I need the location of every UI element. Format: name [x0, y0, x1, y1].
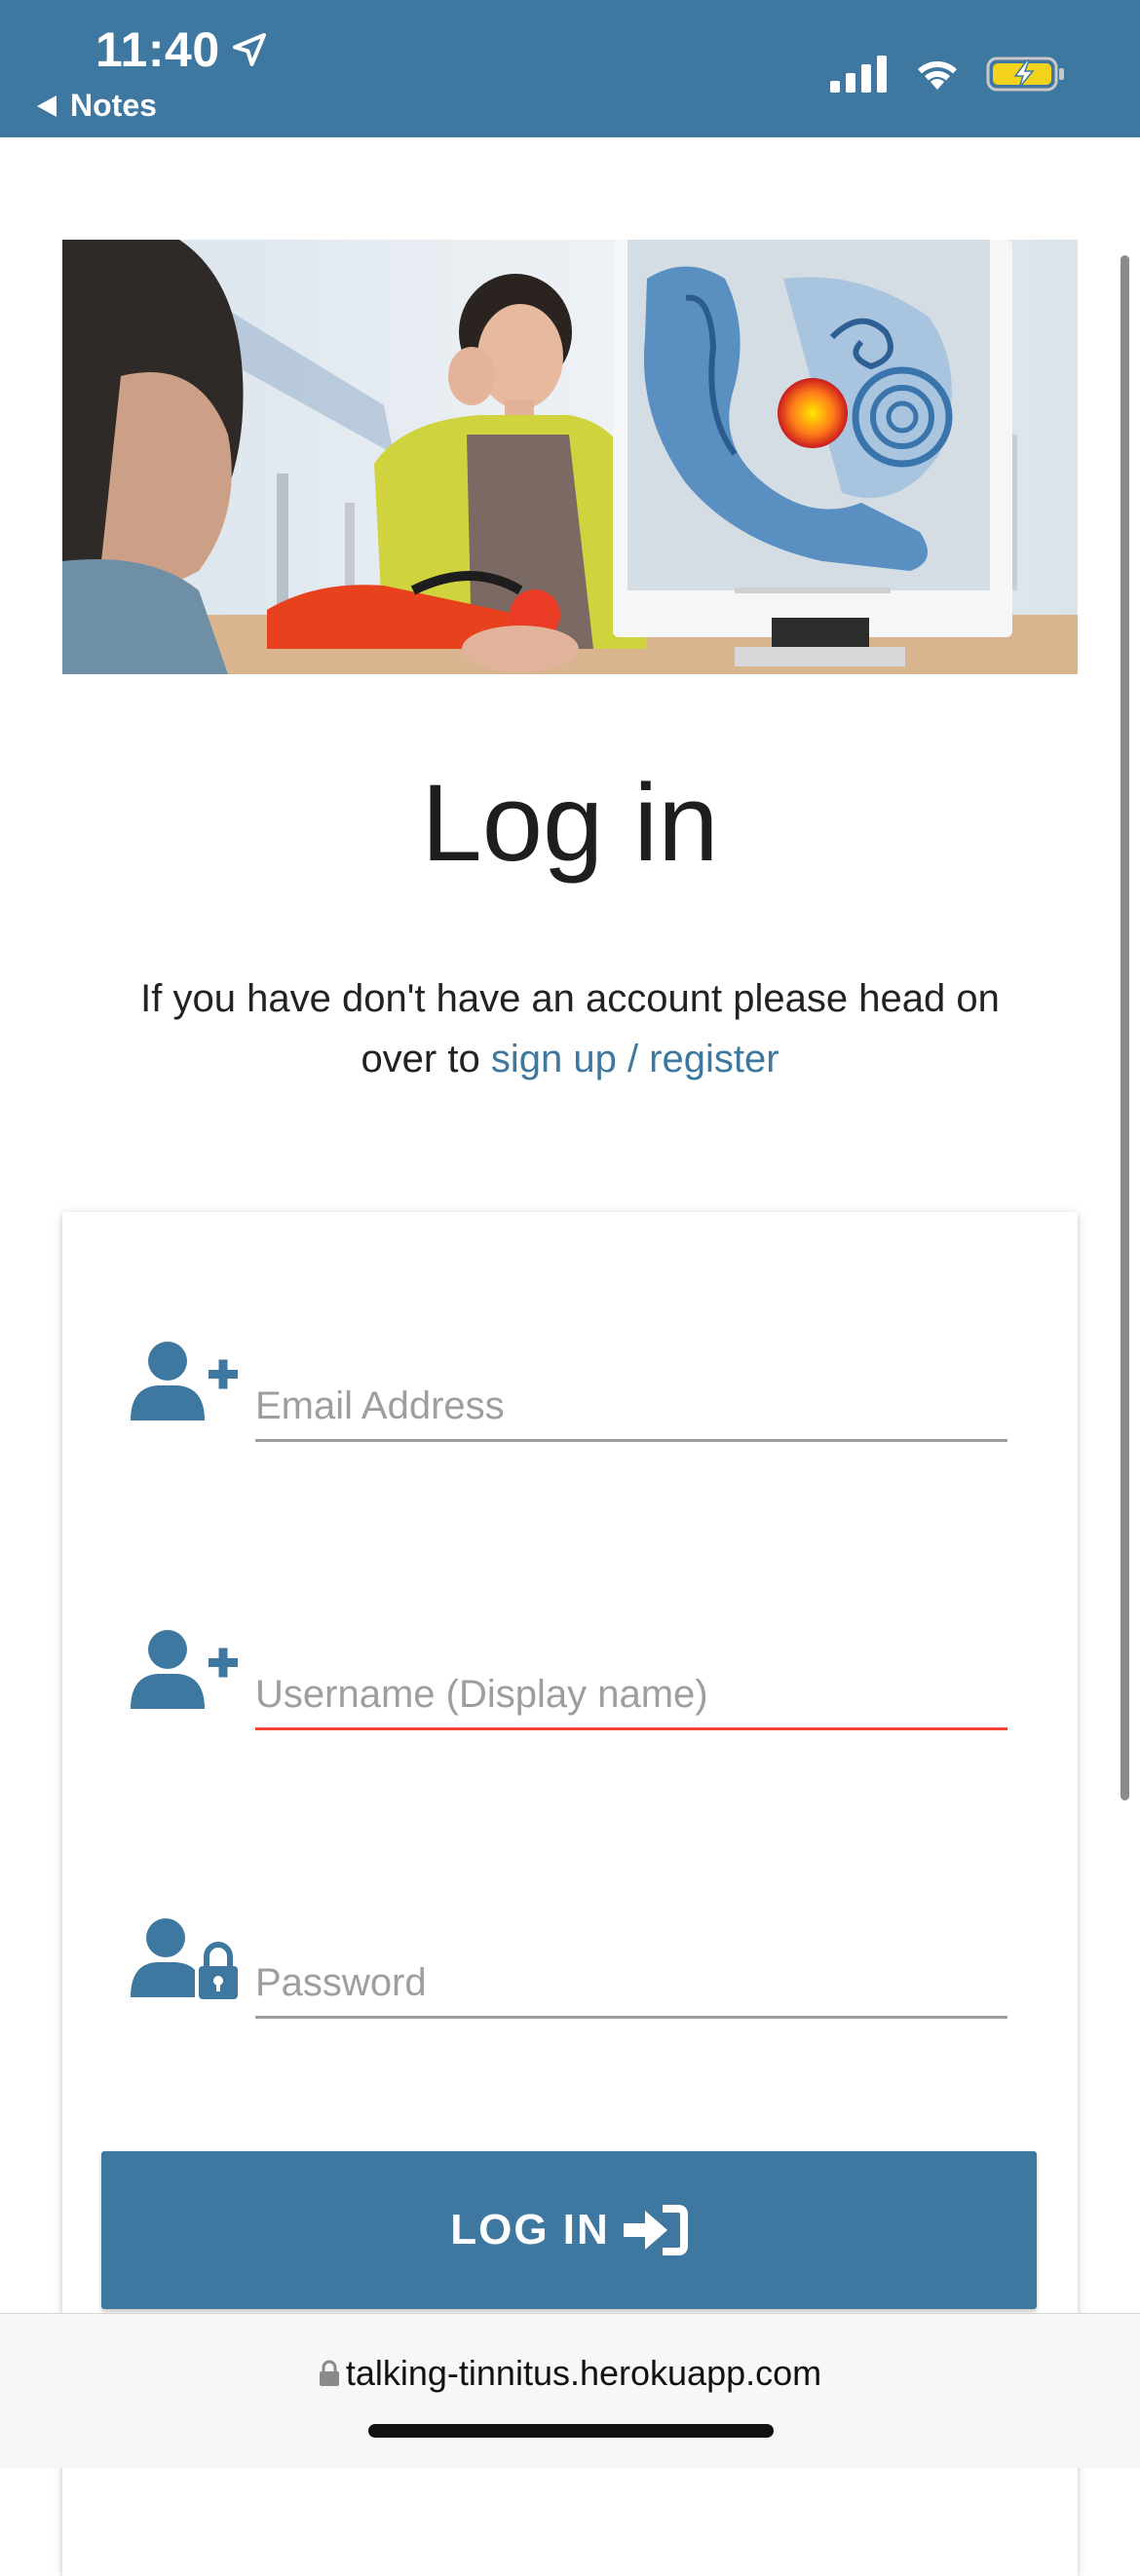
home-indicator[interactable]	[368, 2424, 774, 2438]
password-input[interactable]	[255, 1951, 1007, 2019]
url-text: talking-tinnitus.herokuapp.com	[345, 2353, 822, 2393]
email-input[interactable]	[255, 1374, 1007, 1442]
location-arrow-icon	[232, 33, 266, 66]
wifi-icon	[918, 61, 957, 90]
hero-illustration	[62, 240, 1078, 674]
password-field-row	[131, 1915, 1007, 2032]
status-time: 11:40	[95, 21, 269, 78]
back-to-app-button[interactable]: Notes	[37, 88, 157, 124]
status-time-text: 11:40	[95, 22, 220, 77]
back-triangle-icon	[37, 95, 57, 117]
email-field-row	[131, 1339, 1007, 1456]
page-title: Log in	[421, 762, 719, 884]
username-input[interactable]	[255, 1662, 1007, 1730]
browser-address-bar[interactable]: talking-tinnitus.herokuapp.com	[0, 2313, 1140, 2468]
cellular-signal-icon	[830, 56, 887, 93]
status-indicators	[830, 55, 1066, 94]
login-button-label: LOG IN	[450, 2206, 610, 2254]
user-plus-icon	[131, 1630, 238, 1709]
signup-link[interactable]: sign up / register	[491, 1038, 779, 1080]
user-lock-icon	[131, 1918, 238, 1999]
back-label: Notes	[70, 88, 157, 123]
lock-icon	[319, 2360, 339, 2386]
user-plus-icon	[131, 1342, 238, 1421]
sign-in-icon	[623, 2205, 688, 2255]
username-field-row	[131, 1627, 1007, 1744]
intro-text: If you have don't have an account please…	[107, 968, 1033, 1089]
url-display[interactable]: talking-tinnitus.herokuapp.com	[0, 2353, 1140, 2394]
hero-image	[62, 240, 1078, 674]
login-button[interactable]: LOG IN	[101, 2151, 1037, 2309]
page-scrollbar[interactable]	[1121, 255, 1129, 1800]
battery-charging-icon	[986, 57, 1064, 92]
status-bar: 11:40 Notes	[0, 0, 1140, 137]
